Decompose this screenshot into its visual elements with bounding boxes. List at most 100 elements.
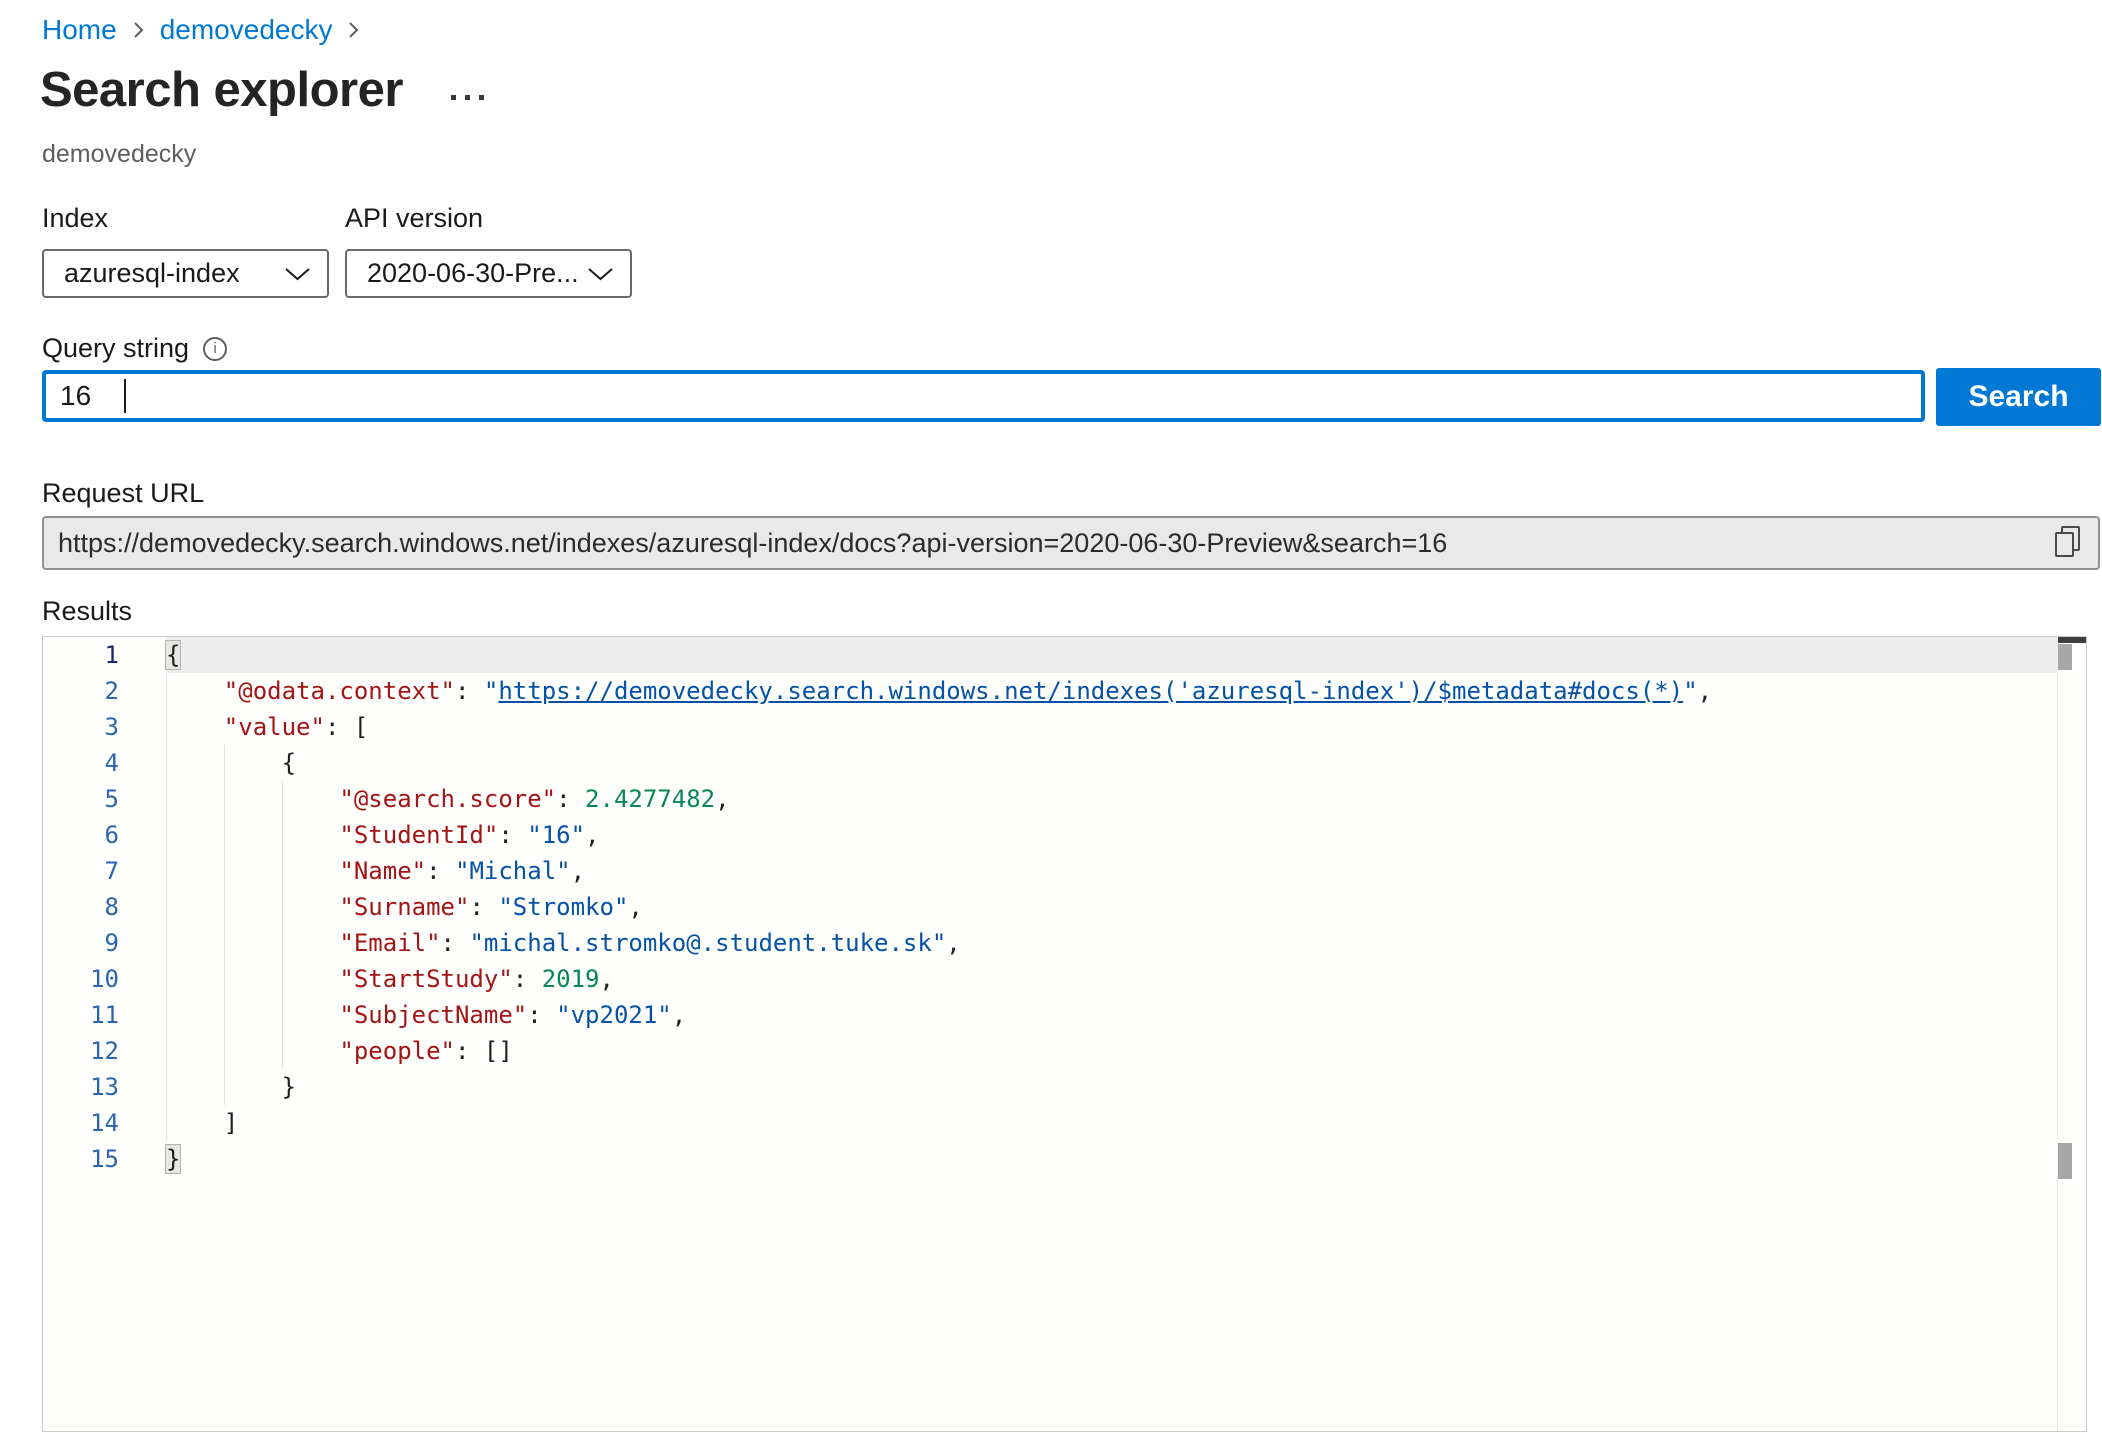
indent-guide	[166, 1105, 167, 1141]
api-version-dropdown[interactable]: 2020-06-30-Pre...	[345, 249, 632, 298]
code-token: ]	[224, 1109, 238, 1137]
code-token: {	[166, 641, 180, 669]
code-token: ,	[946, 929, 960, 957]
code-line[interactable]: 13}	[43, 1069, 2058, 1105]
code-token: : []	[455, 1037, 513, 1065]
code-token: ,	[585, 821, 599, 849]
chevron-right-icon	[346, 17, 361, 43]
more-options-button[interactable]	[445, 89, 490, 106]
code-line[interactable]: 2"@odata.context": "https://demovedecky.…	[43, 673, 2058, 709]
code-line[interactable]: 6"StudentId": "16",	[43, 817, 2058, 853]
info-icon[interactable]: i	[203, 337, 227, 361]
index-label: Index	[42, 203, 108, 234]
overview-ruler-mark	[2058, 1143, 2072, 1179]
scrollbar-thumb[interactable]	[2058, 644, 2072, 670]
line-number: 4	[43, 745, 166, 781]
index-dropdown-value: azuresql-index	[64, 258, 240, 289]
indent-guide	[166, 925, 167, 961]
line-number: 1	[43, 637, 166, 673]
request-url-field[interactable]: https://demovedecky.search.windows.net/i…	[42, 516, 2100, 570]
indent-guide	[166, 1033, 167, 1069]
code-line-content: {	[166, 745, 2058, 781]
code-token: "Surname"	[339, 893, 469, 921]
code-token: "	[484, 677, 498, 705]
code-line[interactable]: 1{	[43, 637, 2058, 673]
code-line[interactable]: 8"Surname": "Stromko",	[43, 889, 2058, 925]
code-line[interactable]: 10"StartStudy": 2019,	[43, 961, 2058, 997]
code-token: "SubjectName"	[339, 1001, 527, 1029]
indent-guide	[166, 745, 167, 781]
code-line-content: "Surname": "Stromko",	[166, 889, 2058, 925]
code-line[interactable]: 12"people": []	[43, 1033, 2058, 1069]
index-dropdown[interactable]: azuresql-index	[42, 249, 329, 298]
indent-guide	[282, 1033, 283, 1069]
code-token: "Stromko"	[498, 893, 628, 921]
code-line[interactable]: 7"Name": "Michal",	[43, 853, 2058, 889]
code-token: ,	[672, 1001, 686, 1029]
chevron-down-icon	[587, 258, 614, 289]
line-number: 8	[43, 889, 166, 925]
code-line[interactable]: 11"SubjectName": "vp2021",	[43, 997, 2058, 1033]
code-line-content: "people": []	[166, 1033, 2058, 1069]
code-line[interactable]: 4{	[43, 745, 2058, 781]
code-token: "people"	[339, 1037, 455, 1065]
api-version-dropdown-value: 2020-06-30-Pre...	[367, 258, 579, 289]
breadcrumb-service-link[interactable]: demovedecky	[160, 14, 333, 46]
indent-guide	[166, 853, 167, 889]
code-line[interactable]: 14]	[43, 1105, 2058, 1141]
code-token: :	[426, 857, 455, 885]
code-token: "StartStudy"	[339, 965, 512, 993]
request-url-label: Request URL	[42, 478, 204, 509]
ellipsis-icon	[479, 95, 484, 100]
ellipsis-icon	[465, 95, 470, 100]
indent-guide	[166, 1069, 167, 1105]
breadcrumb: Home demovedecky	[42, 14, 361, 46]
indent-guide	[282, 817, 283, 853]
request-url-value: https://demovedecky.search.windows.net/i…	[58, 528, 2050, 559]
page-subtitle: demovedecky	[42, 140, 196, 169]
indent-guide	[224, 1033, 225, 1069]
chevron-right-icon	[131, 17, 146, 43]
copy-icon	[2055, 532, 2074, 557]
results-json-editor[interactable]: 1{2"@odata.context": "https://demovedeck…	[42, 636, 2087, 1432]
code-token: "@odata.context"	[224, 677, 455, 705]
code-line-content: "SubjectName": "vp2021",	[166, 997, 2058, 1033]
code-token: "value"	[224, 713, 325, 741]
query-input[interactable]	[42, 370, 1925, 422]
code-token: "vp2021"	[556, 1001, 672, 1029]
code-token: ,	[571, 857, 585, 885]
code-token: ,	[628, 893, 642, 921]
code-token: }	[282, 1073, 296, 1101]
copy-url-button[interactable]	[2050, 526, 2084, 560]
code-token: "Name"	[339, 857, 426, 885]
text-caret	[124, 379, 126, 413]
indent-guide	[282, 997, 283, 1033]
code-line[interactable]: 15}	[43, 1141, 2058, 1177]
line-number: 10	[43, 961, 166, 997]
indent-guide	[282, 781, 283, 817]
line-number: 9	[43, 925, 166, 961]
line-number: 12	[43, 1033, 166, 1069]
code-token: ,	[599, 965, 613, 993]
code-line[interactable]: 9"Email": "michal.stromko@.student.tuke.…	[43, 925, 2058, 961]
editor-scrollbar[interactable]	[2057, 637, 2086, 1431]
code-line[interactable]: 5"@search.score": 2.4277482,	[43, 781, 2058, 817]
code-line[interactable]: 3"value": [	[43, 709, 2058, 745]
code-token: 2.4277482	[585, 785, 715, 813]
code-line-content: "value": [	[166, 709, 2058, 745]
breadcrumb-home-link[interactable]: Home	[42, 14, 117, 46]
page-title: Search explorer	[40, 62, 403, 118]
code-token: https://demovedecky.search.windows.net/i…	[498, 677, 1683, 705]
line-number: 5	[43, 781, 166, 817]
code-line-content: ]	[166, 1105, 2058, 1141]
line-number: 13	[43, 1069, 166, 1105]
code-token: :	[455, 677, 484, 705]
search-button[interactable]: Search	[1936, 368, 2101, 426]
code-line-content: "@odata.context": "https://demovedecky.s…	[166, 673, 2058, 709]
indent-guide	[282, 961, 283, 997]
code-token: "michal.stromko@.student.tuke.sk"	[469, 929, 946, 957]
code-token: "Email"	[339, 929, 440, 957]
code-line-content: "StartStudy": 2019,	[166, 961, 2058, 997]
code-token: : [	[325, 713, 368, 741]
scrollbar-top-mark	[2058, 637, 2086, 643]
